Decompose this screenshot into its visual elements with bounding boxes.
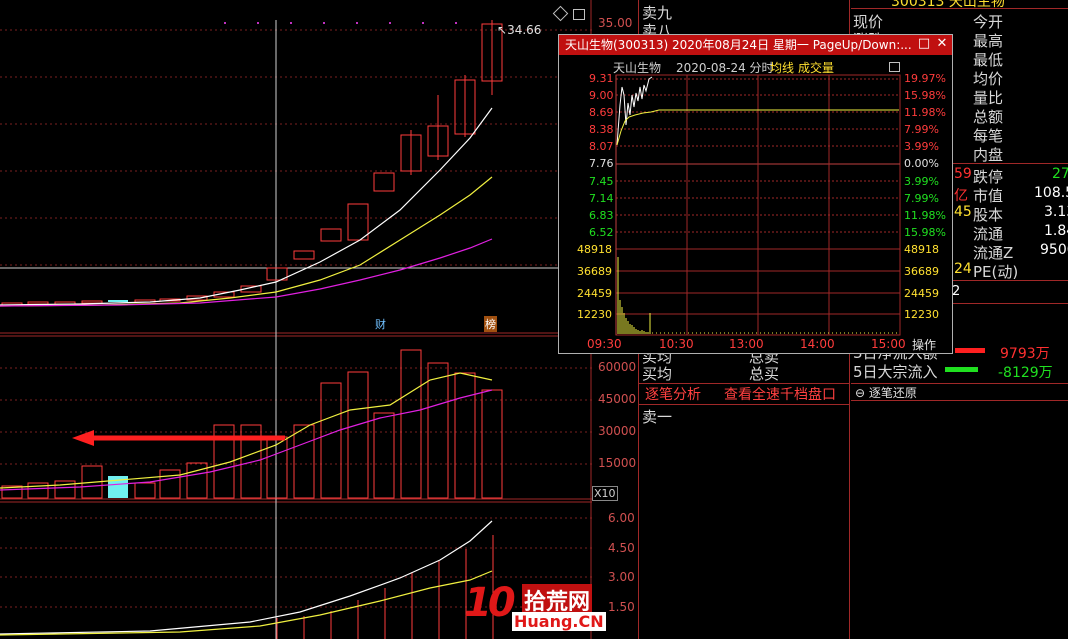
price-869: 8.69 [589,106,614,119]
pct-neg-399: 3.99% [904,175,939,188]
tab-trade-analysis[interactable]: 逐笔分析 [645,384,701,404]
quote-label-open: 今开 [973,13,1004,31]
price-652: 6.52 [589,226,614,239]
fund-row-value-3day: 9793万 [1000,346,1050,362]
arrow-icon: ↖ [497,23,508,37]
total-buy-label: 总买 [749,365,780,383]
price-axis-label: 35.00 [598,16,633,30]
volume-unit: X10 [592,486,618,501]
fund-row-label-5day: 5日大宗流入 [853,363,938,381]
watermark-logo: 10 拾荒网 Huang.CN [462,580,606,634]
high-price-marker: ↖34.66 [497,23,542,37]
quote-label-float-z: 流通Z [973,244,1014,262]
popup-vol-right-24459: 24459 [904,287,939,300]
pct-1997: 19.97% [904,72,946,85]
badge-ranking[interactable]: 榜 [484,316,497,332]
price-776: 7.76 [589,157,614,170]
pct-399: 3.99% [904,140,939,153]
fund-bar-5day [945,367,978,372]
time-1300: 13:00 [729,337,764,351]
quote-value-market-cap: 108.5 [1034,185,1068,201]
pct-1198: 11.98% [904,106,946,119]
quote-label-low: 最低 [973,51,1004,69]
quote-label-amount: 总额 [973,108,1004,126]
tab-view-depth[interactable]: 查看全速千档盘口 [724,384,836,404]
price-683: 6.83 [589,209,614,222]
time-0930: 09:30 [587,337,622,351]
indicator-axis-6: 6.00 [608,511,635,525]
pct-799: 7.99% [904,123,939,136]
watermark-en: Huang.CN [512,612,606,631]
price-745: 7.45 [589,175,614,188]
price-807: 8.07 [589,140,614,153]
quote-label-per-trade: 每笔 [973,127,1004,145]
window-icon[interactable] [573,9,585,20]
quote-label-shares: 股本 [973,206,1004,224]
price-900: 9.00 [589,89,614,102]
badge-finance[interactable]: 财 [375,316,386,332]
trade-restore-header[interactable]: ⊖ 逐笔还原 [851,383,1068,401]
time-1400: 14:00 [800,337,835,351]
quote-label-market-cap: 市值 [973,187,1004,205]
fund-bar-3day [955,348,985,353]
volume-axis-45000: 45000 [598,392,637,406]
quote-value-limit-down: 27 [1052,166,1068,182]
operate-button[interactable]: 操作 [912,336,936,353]
price-714: 7.14 [589,192,614,205]
quote-value-24: 24 [954,261,972,277]
pct-000: 0.00% [904,157,939,170]
volume-axis-15000: 15000 [598,456,637,470]
quote-value-yi: 亿 [954,188,968,204]
quote-value-59: 59 [954,166,972,182]
popup-vol-right-48918: 48918 [904,243,939,256]
popup-vol-left-24459: 24459 [577,287,612,300]
pct-neg-1598: 15.98% [904,226,946,239]
popup-vol-right-12230: 12230 [904,308,939,321]
price-931: 9.31 [589,72,614,85]
quote-value-45: 45 [954,204,972,220]
pct-1598: 15.98% [904,89,946,102]
quote-label-float: 流通 [973,225,1004,243]
pct-neg-799: 7.99% [904,192,939,205]
intraday-chart[interactable] [559,35,952,353]
quote-label-pe: PE(动) [973,263,1019,281]
quote-value-shares: 3.13 [1044,204,1068,220]
popup-vol-left-36689: 36689 [577,265,612,278]
time-1500: 15:00 [871,337,906,351]
time-1030: 10:30 [659,337,694,351]
popup-vol-left-48918: 48918 [577,243,612,256]
sell-one-label: 卖一 [642,408,673,426]
quote-label-high: 最高 [973,32,1004,50]
collapse-icon[interactable]: ⊖ [855,386,865,400]
volume-axis-60000: 60000 [598,360,637,374]
quote-label-inner: 内盘 [973,146,1004,164]
popup-vol-left-12230: 12230 [577,308,612,321]
quote-label-volume-ratio: 量比 [973,89,1004,107]
pct-neg-1198: 11.98% [904,209,946,222]
watermark-number: 10 [464,580,516,626]
quote-value-float: 1.84 [1044,223,1068,239]
intraday-popup[interactable]: 天山生物(300313) 2020年08月24日 星期一 PageUp/Down… [558,34,953,354]
volume-axis-30000: 30000 [598,424,637,438]
quote-header: 300313 天山生物 [851,0,1068,10]
quote-label-avg: 均价 [973,70,1004,88]
indicator-axis-4-5: 4.50 [608,541,635,555]
buy-avg-label-2: 买均 [642,365,673,383]
popup-vol-right-36689: 36689 [904,265,939,278]
indicator-axis-1-5: 1.50 [608,600,635,614]
quote-label-limit-down: 跌停 [973,168,1004,186]
fund-row-value-5day: -8129万 [998,365,1053,381]
price-838: 8.38 [589,123,614,136]
small-mark: 2 [952,284,961,299]
indicator-axis-3: 3.00 [608,570,635,584]
candlestick-chart[interactable] [0,0,592,639]
quote-value-float-z: 9500 [1040,242,1068,258]
